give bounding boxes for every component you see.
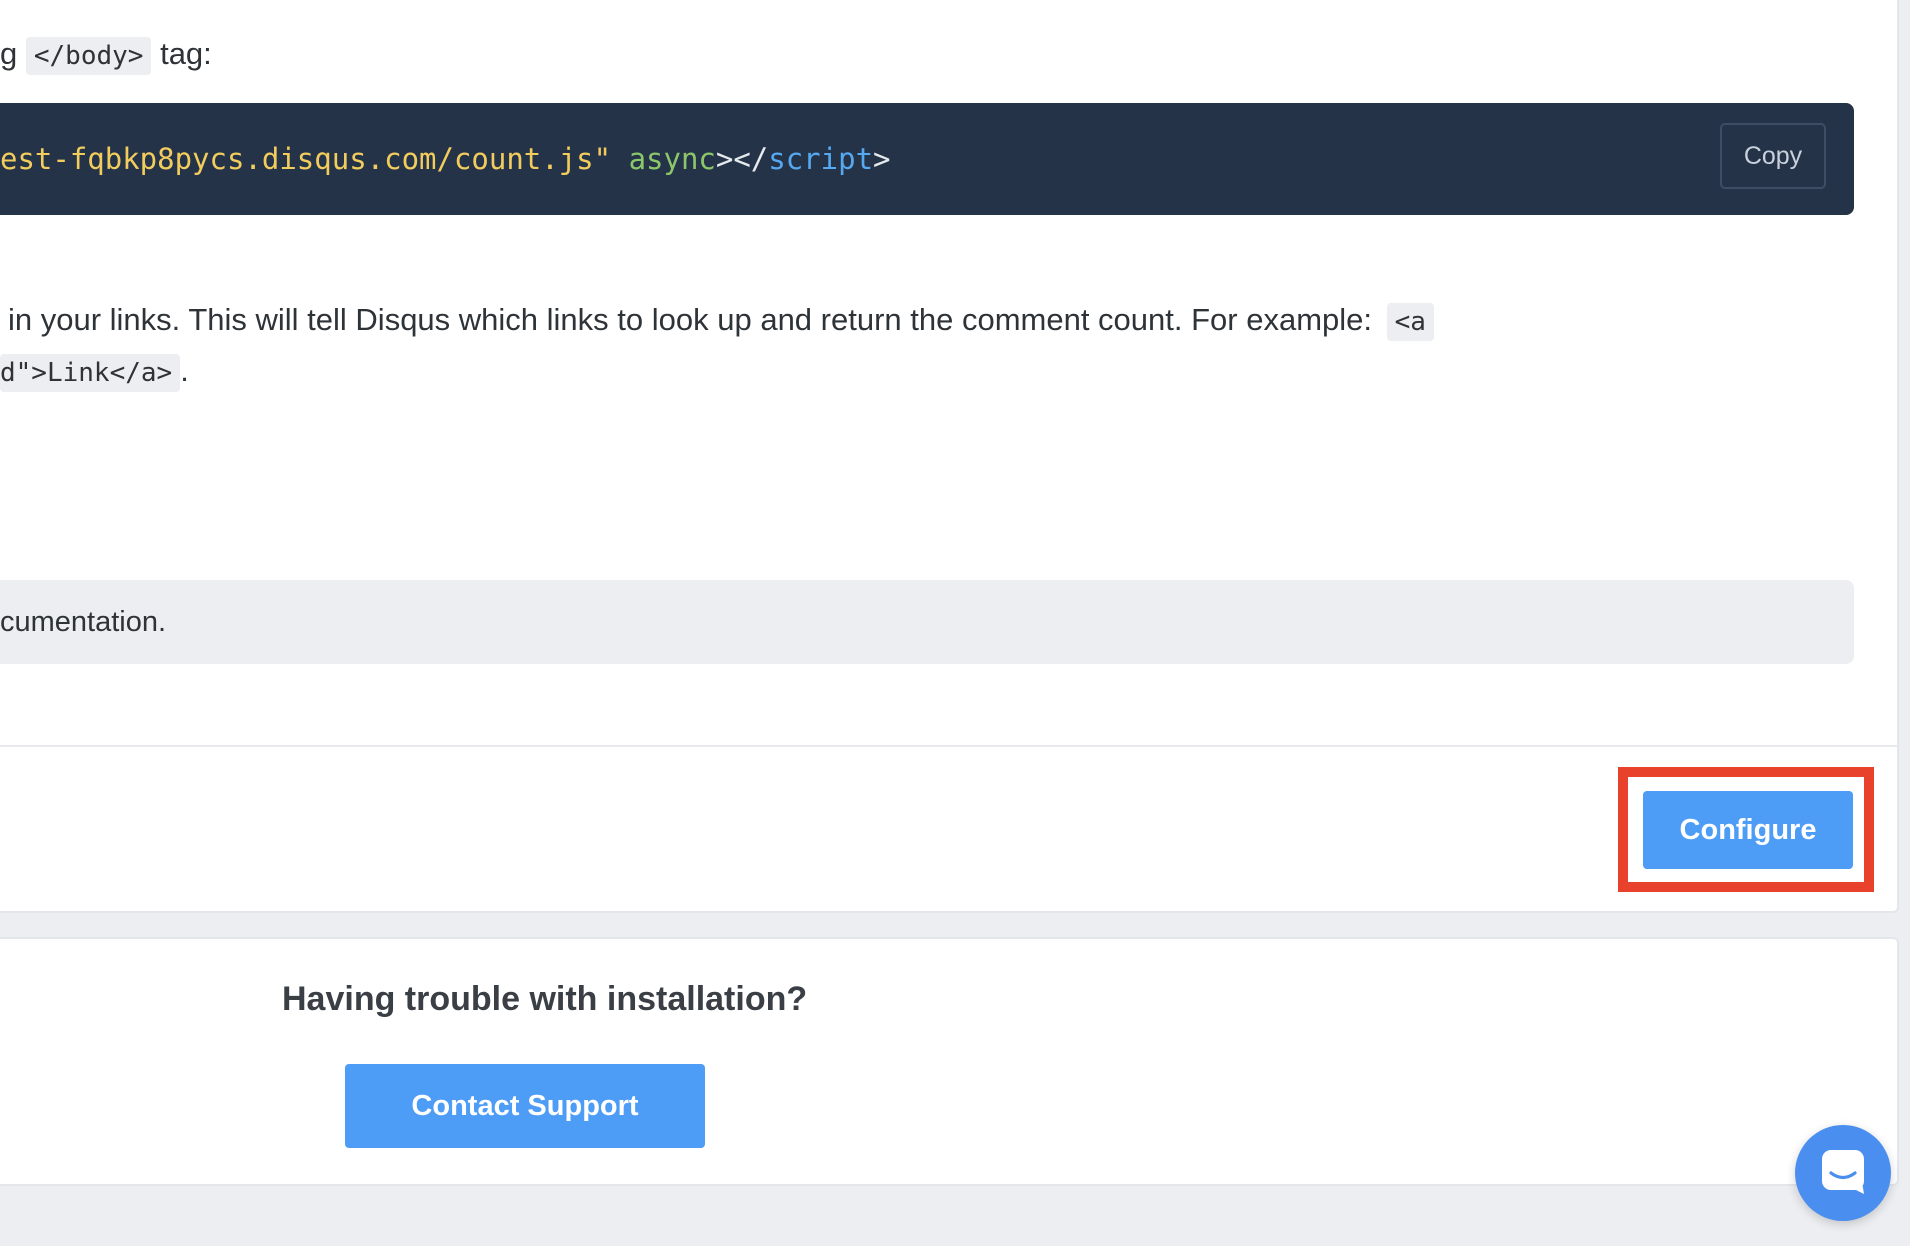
card-footer-divider <box>0 745 1897 747</box>
body-tag-code: </body> <box>25 37 152 75</box>
code-punctuation-close: > <box>873 142 891 176</box>
documentation-note: cumentation. <box>0 580 1854 664</box>
code-punctuation-open: ></ <box>715 142 769 176</box>
code-tag: script <box>768 142 874 176</box>
support-card: Having trouble with installation? Contac… <box>0 937 1899 1186</box>
page-root: g </body> tag: est-fqbkp8pycs.disqus.com… <box>0 0 1910 1246</box>
chat-launcher-button[interactable] <box>1795 1125 1891 1221</box>
count-script-code-line: est-fqbkp8pycs.disqus.com/count.js" asyn… <box>0 139 891 179</box>
documentation-note-text: cumentation. <box>0 606 167 638</box>
code-attribute: async <box>628 142 716 176</box>
instruction-line-example: d">Link</a>. <box>0 351 189 393</box>
instruction-period: . <box>180 353 189 388</box>
configure-button[interactable]: Configure <box>1643 791 1853 869</box>
chat-bubble-icon <box>1818 1146 1868 1201</box>
instruction-line-body-tag: g </body> tag: <box>0 34 212 76</box>
anchor-open-code: <a <box>1386 303 1434 341</box>
support-title: Having trouble with installation? <box>282 980 808 1018</box>
code-string: est-fqbkp8pycs.disqus.com/count.js" <box>0 142 612 176</box>
contact-support-button[interactable]: Contact Support <box>345 1064 705 1148</box>
install-instructions-card: g </body> tag: est-fqbkp8pycs.disqus.com… <box>0 0 1899 913</box>
instruction-links-text: in your links. This will tell Disqus whi… <box>8 302 1373 337</box>
instruction-line-links: in your links. This will tell Disqus whi… <box>8 300 1434 342</box>
count-script-code-block: est-fqbkp8pycs.disqus.com/count.js" asyn… <box>0 103 1854 215</box>
instruction-prefix: g <box>0 36 18 71</box>
instruction-suffix: tag: <box>160 36 212 71</box>
copy-code-button[interactable]: Copy <box>1720 123 1826 189</box>
anchor-close-code: d">Link</a> <box>0 354 181 392</box>
